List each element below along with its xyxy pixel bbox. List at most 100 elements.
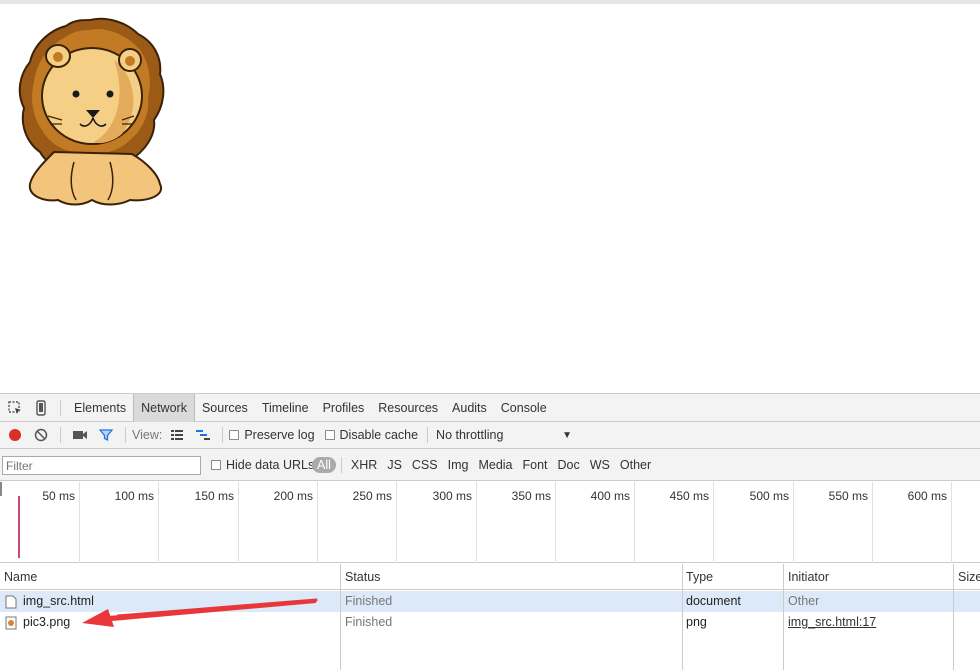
column-header-status[interactable]: Status (345, 564, 380, 590)
tab-resources[interactable]: Resources (371, 394, 445, 422)
timeline-tick-label: 600 ms (907, 489, 947, 503)
lion-image (18, 17, 165, 206)
timeline-gridline (634, 482, 635, 563)
table-header: Name Status Type Initiator Size (0, 564, 980, 590)
disable-cache-label: Disable cache (339, 428, 419, 442)
table-row[interactable]: pic3.png Finished png img_src.html:17 (0, 612, 980, 633)
large-rows-icon[interactable] (164, 422, 190, 448)
timeline-tick-label: 400 ms (590, 489, 630, 503)
column-header-initiator[interactable]: Initiator (788, 564, 829, 590)
divider (222, 427, 224, 443)
timeline-tick-label: 50 ms (42, 489, 75, 503)
timeline-tick-label: 300 ms (432, 489, 472, 503)
dropdown-arrow-icon: ▼ (562, 429, 573, 441)
timeline-tick-label: 200 ms (273, 489, 313, 503)
tab-profiles[interactable]: Profiles (316, 394, 372, 422)
devtools-panel: Elements Network Sources Timeline Profiles Re… (0, 393, 980, 670)
checkbox-box[interactable] (229, 430, 240, 440)
throttling-value: No throttling (436, 428, 504, 442)
request-status: Finished (345, 615, 393, 629)
checkbox-box[interactable] (211, 460, 221, 470)
timeline-gridline (158, 482, 159, 563)
resource-type-filters: All XHR JS CSS Img Media Font Doc WS Other (312, 456, 656, 474)
filter-type-xhr[interactable]: XHR (346, 458, 382, 472)
filter-icon[interactable] (93, 422, 119, 448)
initiator-link[interactable]: img_src.html:17 (788, 612, 876, 633)
divider (125, 427, 126, 443)
record-icon[interactable] (2, 422, 28, 448)
tab-console[interactable]: Console (494, 394, 554, 422)
table-row[interactable]: img_src.html Finished document Other (0, 591, 980, 612)
timeline-overview: 50 ms 100 ms 150 ms 200 ms 250 ms 300 ms 350 m… (0, 482, 980, 563)
device-mode-icon[interactable] (28, 395, 54, 421)
timeline-tick-label: 250 ms (352, 489, 392, 503)
column-divider[interactable] (340, 564, 341, 670)
timeline-gridline (396, 482, 397, 563)
filter-type-font[interactable]: Font (518, 458, 553, 472)
column-divider[interactable] (783, 564, 784, 670)
filter-type-doc[interactable]: Doc (553, 458, 585, 472)
throttling-select[interactable]: No throttling ▼ (436, 428, 572, 442)
timeline-gridline (476, 482, 477, 563)
column-header-size[interactable]: Size (958, 564, 980, 590)
timeline-gridline (713, 482, 714, 563)
tab-network[interactable]: Network (133, 393, 195, 422)
timeline-gridline (951, 482, 952, 563)
timeline-tick-label: 550 ms (828, 489, 868, 503)
timeline-tick-label: 100 ms (114, 489, 154, 503)
network-toolbar: View: Preserve log Disable cache No thro… (0, 422, 980, 449)
tab-timeline[interactable]: Timeline (255, 394, 316, 422)
column-divider[interactable] (682, 564, 683, 670)
timeline-gridline (793, 482, 794, 563)
filter-input[interactable] (2, 456, 201, 475)
network-request-table: Name Status Type Initiator Size img_src.… (0, 564, 980, 670)
preserve-log-checkbox[interactable]: Preserve log (229, 428, 315, 442)
filter-type-css[interactable]: CSS (407, 458, 443, 472)
hide-data-urls-checkbox[interactable]: Hide data URLs (211, 458, 314, 472)
divider (427, 427, 429, 443)
filter-type-media[interactable]: Media (473, 458, 517, 472)
filter-type-js[interactable]: JS (382, 458, 407, 472)
timeline-gridline (872, 482, 873, 563)
timeline-gridline (317, 482, 318, 563)
clear-icon[interactable] (28, 422, 54, 448)
tab-elements[interactable]: Elements (67, 394, 133, 422)
inspect-element-icon[interactable] (2, 395, 28, 421)
request-type: png (686, 615, 707, 629)
view-label: View: (132, 428, 163, 442)
column-divider[interactable] (953, 564, 954, 670)
timeline-tick-label: 350 ms (511, 489, 551, 503)
filter-type-ws[interactable]: WS (585, 458, 615, 472)
timeline-tick-label: 500 ms (749, 489, 789, 503)
divider (60, 399, 61, 416)
timeline-handle[interactable] (0, 482, 2, 496)
timeline-gridline (555, 482, 556, 563)
request-name: img_src.html (23, 594, 94, 608)
devtools-tabs: Elements Network Sources Timeline Profiles Re… (67, 393, 554, 422)
timeline-gridline (79, 482, 80, 563)
preserve-log-label: Preserve log (244, 428, 315, 442)
divider (60, 427, 61, 443)
hide-data-urls-label: Hide data URLs (226, 458, 315, 472)
overview-waterfall-icon[interactable] (190, 422, 216, 448)
tab-sources[interactable]: Sources (195, 394, 255, 422)
timeline-tick-label: 450 ms (669, 489, 709, 503)
request-type: document (686, 594, 741, 608)
column-header-type[interactable]: Type (686, 564, 713, 590)
capture-screenshots-icon[interactable] (67, 422, 93, 448)
filter-type-img[interactable]: Img (443, 458, 474, 472)
network-filterbar: Hide data URLs All XHRJSCSSImgMediaFontDo… (0, 449, 980, 481)
timeline-tick-label: 150 ms (194, 489, 234, 503)
request-status: Finished (345, 594, 393, 608)
image-file-icon (5, 616, 17, 637)
filter-type-other[interactable]: Other (615, 458, 656, 472)
column-header-name[interactable]: Name (4, 564, 37, 590)
request-initiator: Other (788, 594, 820, 608)
tab-audits[interactable]: Audits (445, 394, 494, 422)
timeline-gridline (238, 482, 239, 563)
disable-cache-checkbox[interactable]: Disable cache (324, 428, 419, 442)
request-name: pic3.png (23, 615, 71, 629)
filter-type-all[interactable]: All (312, 457, 336, 473)
devtools-tabbar: Elements Network Sources Timeline Profiles Re… (0, 393, 980, 422)
checkbox-box[interactable] (324, 430, 335, 440)
